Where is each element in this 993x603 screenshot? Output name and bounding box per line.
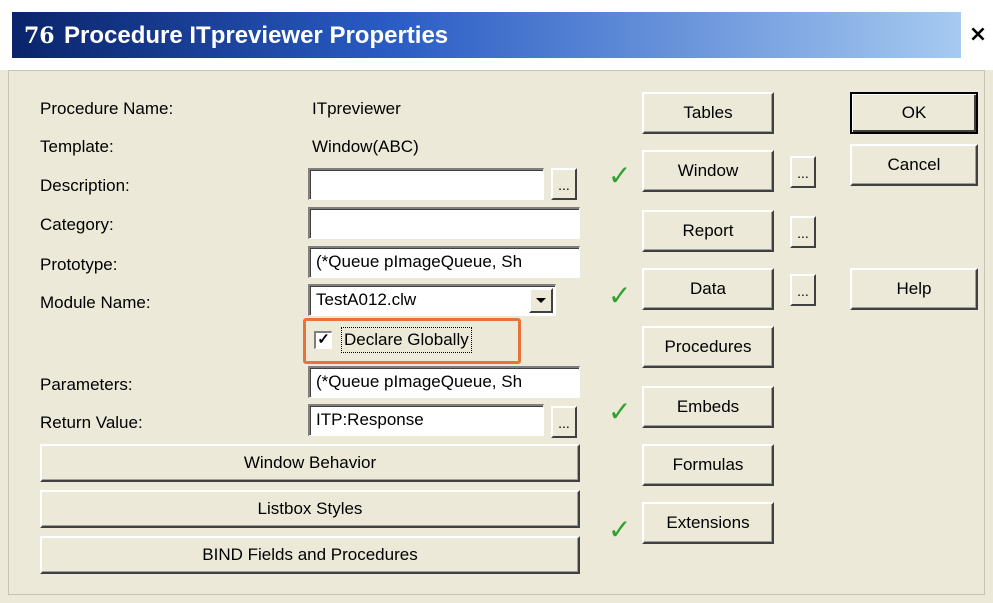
help-button[interactable]: Help [850,268,978,310]
bind-fields-button[interactable]: BIND Fields and Procedures [40,536,580,574]
window-title: Procedure ITpreviewer Properties [64,22,449,49]
declare-globally-checkbox[interactable]: ✓ [314,331,332,349]
embeds-button[interactable]: Embeds [642,386,774,428]
module-name-label: Module Name: [40,293,151,312]
formulas-button[interactable]: Formulas [642,444,774,486]
procedures-button[interactable]: Procedures [642,326,774,368]
tables-button[interactable]: Tables [642,92,774,134]
ok-button[interactable]: OK [850,92,978,134]
prototype-input[interactable]: (*Queue pImageQueue, Sh [308,246,580,278]
description-ellipsis-button[interactable]: ... [551,168,577,200]
listbox-styles-button[interactable]: Listbox Styles [40,490,580,528]
parameters-input[interactable]: (*Queue pImageQueue, Sh [308,366,580,398]
extensions-check-icon: ✓ [608,513,632,546]
parameters-label: Parameters: [40,375,133,394]
window-check-icon: ✓ [608,159,632,192]
data-check-icon: ✓ [608,279,632,312]
window-behavior-button[interactable]: Window Behavior [40,444,580,482]
report-ellipsis-button[interactable]: ... [790,216,816,248]
description-label: Description: [40,176,130,195]
return-value-label: Return Value: [40,413,143,432]
clarion-app-icon: 76 [24,23,55,49]
cancel-button[interactable]: Cancel [850,144,978,186]
description-input[interactable] [308,168,544,200]
procedure-name-label: Procedure Name: [40,99,174,118]
return-value-input[interactable]: ITP:Response [308,404,544,436]
extensions-button[interactable]: Extensions [642,502,774,544]
data-button[interactable]: Data [642,268,774,310]
window-button[interactable]: Window [642,150,774,192]
return-value-ellipsis-button[interactable]: ... [551,406,577,438]
category-input[interactable] [308,207,580,239]
prototype-label: Prototype: [40,255,118,274]
embeds-check-icon: ✓ [608,395,632,428]
module-name-dropdown[interactable]: TestA012.clw [308,284,556,316]
close-button[interactable]: × [966,23,990,47]
module-name-value: TestA012.clw [316,290,417,309]
template-label: Template: [40,137,114,156]
declare-globally-label[interactable]: Declare Globally [341,327,472,353]
chevron-down-icon[interactable] [529,288,553,313]
report-button[interactable]: Report [642,210,774,252]
category-label: Category: [40,215,114,234]
procedure-name-value: ITpreviewer [312,99,401,118]
window-ellipsis-button[interactable]: ... [790,156,816,188]
template-value: Window(ABC) [312,137,419,156]
properties-dialog: 76 Procedure ITpreviewer Properties × Pr… [0,0,993,603]
data-ellipsis-button[interactable]: ... [790,274,816,306]
